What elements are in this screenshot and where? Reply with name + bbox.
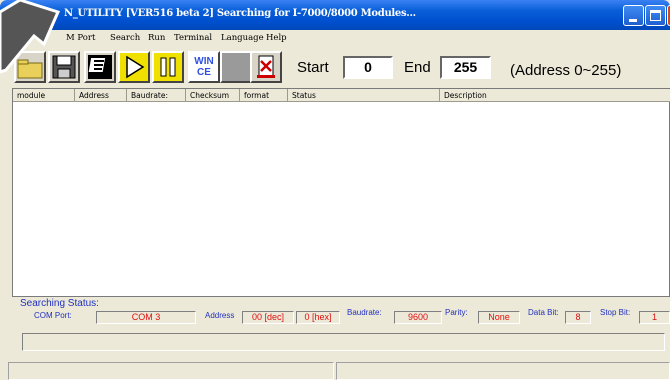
status-panel-left	[8, 362, 334, 380]
baudrate-value: 9600	[394, 311, 442, 324]
module-list[interactable]: module Address Baudrate: Checksum format…	[12, 88, 670, 297]
data-bit-value: 8	[565, 311, 591, 324]
status-panel-right	[336, 362, 670, 380]
address-dec-value: 00 [dec]	[242, 311, 294, 324]
data-bit-label: Data Bit:	[528, 308, 559, 317]
module-button[interactable]	[250, 51, 282, 83]
wince-button[interactable]: WIN CE	[188, 51, 220, 83]
run-button[interactable]	[118, 51, 150, 83]
wince-icon: WIN CE	[190, 53, 218, 78]
wince-label-bottom: CE	[197, 67, 211, 78]
parity-label: Parity:	[445, 308, 468, 317]
report-button[interactable]	[84, 51, 116, 83]
title-bar[interactable]: N_UTILITY [VER516 beta 2] Searching for …	[0, 0, 670, 30]
maximize-icon	[650, 10, 661, 21]
col-description[interactable]: Description	[440, 89, 670, 102]
menu-run[interactable]: Run	[148, 33, 165, 43]
wince-label-top: WIN	[194, 56, 214, 67]
blank-button[interactable]	[220, 51, 252, 83]
maximize-button[interactable]	[645, 5, 666, 26]
end-address-input[interactable]: 255	[440, 56, 491, 79]
menu-search[interactable]: Search	[110, 33, 140, 43]
column-headers: module Address Baudrate: Checksum format…	[13, 89, 670, 102]
col-checksum[interactable]: Checksum	[186, 89, 240, 102]
window-title: N_UTILITY [VER516 beta 2] Searching for …	[64, 8, 416, 19]
com-port-value: COM 3	[96, 311, 196, 324]
menu-terminal[interactable]: Terminal	[174, 33, 212, 43]
minimize-button[interactable]	[623, 5, 644, 26]
menu-bar: M Port Search Run Terminal Language Help	[0, 30, 670, 47]
parity-value: None	[478, 311, 520, 324]
col-address[interactable]: Address	[75, 89, 127, 102]
play-icon	[126, 55, 145, 79]
com-port-label: COM Port:	[34, 311, 72, 320]
document-icon	[88, 55, 112, 79]
address-range-note: (Address 0~255)	[510, 62, 622, 79]
cursor-arrow-icon	[0, 0, 61, 74]
end-label: End	[404, 59, 431, 76]
baudrate-label: Baudrate:	[347, 308, 382, 317]
status-bar	[8, 362, 670, 380]
pause-button[interactable]	[152, 51, 184, 83]
pause-icon	[160, 57, 176, 77]
menu-help[interactable]: Help	[266, 33, 287, 43]
menu-port[interactable]: M Port	[66, 33, 95, 43]
address-hex-value: 0 [hex]	[296, 311, 340, 324]
address-label: Address	[205, 311, 235, 320]
col-module[interactable]: module	[13, 89, 75, 102]
stop-bit-value: 1	[639, 311, 670, 324]
searching-status-title: Searching Status:	[20, 298, 99, 309]
start-label: Start	[297, 59, 329, 76]
menu-language[interactable]: Language	[221, 33, 264, 43]
module-icon	[257, 55, 275, 78]
search-progress-bar	[22, 333, 665, 351]
col-baudrate[interactable]: Baudrate:	[127, 89, 186, 102]
minimize-icon	[629, 19, 637, 22]
stop-bit-label: Stop Bit:	[600, 308, 631, 317]
col-status[interactable]: Status	[288, 89, 440, 102]
start-address-input[interactable]: 0	[343, 56, 393, 79]
col-format[interactable]: format	[240, 89, 288, 102]
